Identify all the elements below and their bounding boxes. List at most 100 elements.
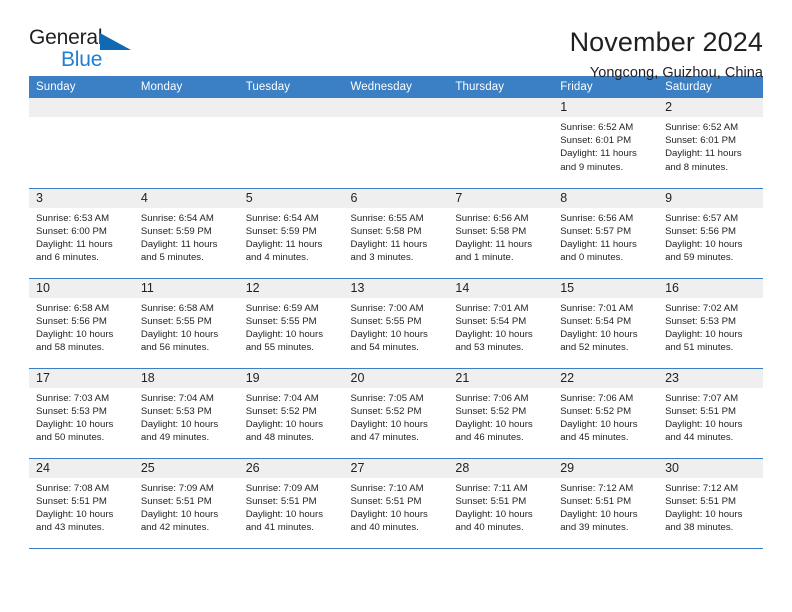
day-cell-inner: 29 Sunrise: 7:12 AM Sunset: 5:51 PM Dayligh… (553, 458, 659, 548)
calendar-day-cell[interactable]: 18 Sunrise: 7:04 AM Sunset: 5:53 PM Dayligh… (133, 368, 239, 459)
day-number: 25 (133, 458, 239, 478)
day-sun-details: Sunrise: 7:03 AM Sunset: 5:53 PM Daylight:… (29, 388, 134, 445)
sunrise-text: Sunrise: 7:01 AM (455, 302, 529, 314)
page-header: General Blue November 2024 Yongcong, Gui… (29, 0, 763, 81)
logo-text-general: General (29, 26, 103, 49)
sunset-text: Sunset: 5:59 PM (140, 225, 212, 237)
calendar-day-cell[interactable]: 5 Sunrise: 6:54 AM Sunset: 5:59 PM Daylight… (238, 188, 344, 279)
sunrise-text: Sunrise: 7:09 AM (140, 482, 214, 494)
sunset-text: Sunset: 5:54 PM (455, 315, 527, 327)
day-number: 5 (238, 188, 344, 208)
sunrise-text: Sunrise: 7:02 AM (665, 302, 739, 314)
sunset-text: Sunset: 5:53 PM (140, 405, 212, 417)
day-sun-details: Sunrise: 7:06 AM Sunset: 5:52 PM Daylight:… (448, 388, 553, 445)
calendar-day-cell[interactable]: 12 Sunrise: 6:59 AM Sunset: 5:55 PM Dayligh… (238, 278, 344, 369)
day-cell-inner: 9 Sunrise: 6:57 AM Sunset: 5:56 PM Daylight… (658, 188, 763, 278)
day-cell-inner: 26 Sunrise: 7:09 AM Sunset: 5:51 PM Dayligh… (238, 458, 344, 548)
day-cell-inner (343, 98, 449, 188)
calendar-day-cell[interactable]: 16 Sunrise: 7:02 AM Sunset: 5:53 PM Dayligh… (658, 278, 763, 369)
day-number: 26 (238, 458, 344, 478)
daylight-text: Daylight: 11 hours and 1 minute. (455, 238, 532, 264)
day-number: 27 (343, 458, 449, 478)
day-sun-details: Sunrise: 7:00 AM Sunset: 5:55 PM Daylight:… (344, 298, 449, 355)
day-cell-inner: 1 Sunrise: 6:52 AM Sunset: 6:01 PM Daylight… (553, 98, 659, 188)
daylight-text: Daylight: 11 hours and 8 minutes. (665, 148, 742, 173)
day-cell-inner: 21 Sunrise: 7:06 AM Sunset: 5:52 PM Dayligh… (448, 368, 554, 458)
day-sun-details: Sunrise: 7:09 AM Sunset: 5:51 PM Daylight:… (239, 478, 344, 535)
sunset-text: Sunset: 5:53 PM (665, 315, 736, 327)
day-number: 3 (29, 188, 134, 208)
day-sun-details: Sunrise: 6:56 AM Sunset: 5:57 PM Daylight:… (553, 208, 658, 265)
calendar-day-cell[interactable]: 3 Sunrise: 6:53 AM Sunset: 6:00 PM Daylight… (29, 188, 134, 279)
daylight-text: Daylight: 10 hours and 46 minutes. (455, 418, 533, 444)
sunset-text: Sunset: 5:52 PM (245, 405, 317, 417)
calendar-day-cell[interactable]: 17 Sunrise: 7:03 AM Sunset: 5:53 PM Dayligh… (29, 368, 134, 459)
day-sun-details: Sunrise: 7:04 AM Sunset: 5:53 PM Daylight:… (134, 388, 239, 445)
day-cell-inner: 17 Sunrise: 7:03 AM Sunset: 5:53 PM Dayligh… (29, 368, 134, 458)
calendar-day-cell[interactable]: 15 Sunrise: 7:01 AM Sunset: 5:54 PM Dayligh… (553, 278, 659, 369)
daylight-text: Daylight: 10 hours and 42 minutes. (140, 508, 219, 534)
day-sun-details: Sunrise: 6:59 AM Sunset: 5:55 PM Daylight:… (239, 298, 344, 355)
sunrise-text: Sunrise: 6:59 AM (245, 302, 319, 314)
day-sun-details: Sunrise: 7:09 AM Sunset: 5:51 PM Daylight:… (134, 478, 239, 535)
day-sun-details: Sunrise: 6:53 AM Sunset: 6:00 PM Daylight:… (29, 208, 134, 265)
day-cell-inner: 30 Sunrise: 7:12 AM Sunset: 5:51 PM Dayligh… (658, 458, 763, 548)
sunrise-text: Sunrise: 7:10 AM (350, 482, 424, 494)
day-sun-details: Sunrise: 6:58 AM Sunset: 5:56 PM Daylight:… (29, 298, 134, 355)
calendar-day-cell[interactable]: 24 Sunrise: 7:08 AM Sunset: 5:51 PM Dayligh… (29, 458, 134, 549)
day-cell-inner: 12 Sunrise: 6:59 AM Sunset: 5:55 PM Dayligh… (238, 278, 344, 368)
calendar-day-cell[interactable]: 1 Sunrise: 6:52 AM Sunset: 6:01 PM Daylight… (553, 98, 659, 189)
sunset-text: Sunset: 5:56 PM (665, 225, 736, 237)
day-number: 6 (343, 188, 449, 208)
day-sun-details: Sunrise: 6:58 AM Sunset: 5:55 PM Daylight:… (134, 298, 239, 355)
calendar-day-cell[interactable]: 29 Sunrise: 7:12 AM Sunset: 5:51 PM Dayligh… (553, 458, 659, 549)
calendar-day-cell[interactable]: 30 Sunrise: 7:12 AM Sunset: 5:51 PM Dayligh… (658, 458, 763, 549)
calendar-day-cell[interactable]: 8 Sunrise: 6:56 AM Sunset: 5:57 PM Daylight… (553, 188, 659, 279)
daylight-text: Daylight: 10 hours and 39 minutes. (560, 508, 638, 534)
calendar-day-cell[interactable]: 10 Sunrise: 6:58 AM Sunset: 5:56 PM Dayligh… (29, 278, 134, 369)
calendar-day-cell[interactable]: 21 Sunrise: 7:06 AM Sunset: 5:52 PM Dayligh… (448, 368, 554, 459)
calendar-day-cell[interactable]: 27 Sunrise: 7:10 AM Sunset: 5:51 PM Dayligh… (343, 458, 449, 549)
sunrise-text: Sunrise: 6:56 AM (560, 212, 634, 224)
daylight-text: Daylight: 10 hours and 45 minutes. (560, 418, 638, 444)
day-number: 9 (658, 188, 763, 208)
calendar-day-cell[interactable]: 25 Sunrise: 7:09 AM Sunset: 5:51 PM Dayligh… (133, 458, 239, 549)
sunrise-text: Sunrise: 6:52 AM (560, 122, 634, 133)
calendar-day-cell[interactable]: 9 Sunrise: 6:57 AM Sunset: 5:56 PM Daylight… (658, 188, 763, 279)
calendar-day-cell[interactable]: 14 Sunrise: 7:01 AM Sunset: 5:54 PM Dayligh… (448, 278, 554, 369)
sunrise-sunset-calendar: Sunday Monday Tuesday Wednesday Thursday Frid… (29, 76, 763, 549)
calendar-day-cell[interactable]: 26 Sunrise: 7:09 AM Sunset: 5:51 PM Dayligh… (238, 458, 344, 549)
page-title: November 2024 (569, 27, 763, 57)
sunrise-text: Sunrise: 6:54 AM (140, 212, 214, 224)
calendar-day-cell[interactable]: 28 Sunrise: 7:11 AM Sunset: 5:51 PM Dayligh… (448, 458, 554, 549)
daylight-text: Daylight: 10 hours and 44 minutes. (665, 418, 743, 444)
sunset-text: Sunset: 5:52 PM (350, 405, 422, 417)
day-number: 10 (29, 278, 134, 298)
calendar-day-cell[interactable]: 13 Sunrise: 7:00 AM Sunset: 5:55 PM Dayligh… (343, 278, 449, 369)
calendar-day-cell[interactable]: 22 Sunrise: 7:06 AM Sunset: 5:52 PM Dayligh… (553, 368, 659, 459)
day-cell-inner: 28 Sunrise: 7:11 AM Sunset: 5:51 PM Dayligh… (448, 458, 554, 548)
daylight-text: Daylight: 11 hours and 9 minutes. (560, 148, 637, 173)
daylight-text: Daylight: 11 hours and 5 minutes. (140, 238, 218, 264)
calendar-day-cell[interactable]: 20 Sunrise: 7:05 AM Sunset: 5:52 PM Dayligh… (343, 368, 449, 459)
daylight-text: Daylight: 10 hours and 55 minutes. (245, 328, 324, 354)
calendar-day-cell[interactable]: 7 Sunrise: 6:56 AM Sunset: 5:58 PM Daylight… (448, 188, 554, 279)
sunset-text: Sunset: 5:51 PM (140, 495, 212, 507)
day-cell-inner: 18 Sunrise: 7:04 AM Sunset: 5:53 PM Dayligh… (133, 368, 239, 458)
calendar-day-cell[interactable]: 2 Sunrise: 6:52 AM Sunset: 6:01 PM Daylight… (658, 98, 763, 189)
day-cell-inner: 22 Sunrise: 7:06 AM Sunset: 5:52 PM Dayligh… (553, 368, 659, 458)
day-number (29, 98, 134, 117)
calendar-day-cell[interactable]: 23 Sunrise: 7:07 AM Sunset: 5:51 PM Dayligh… (658, 368, 763, 459)
sunrise-text: Sunrise: 6:54 AM (245, 212, 319, 224)
general-blue-logo[interactable]: General Blue (29, 26, 141, 74)
sunrise-text: Sunrise: 6:56 AM (455, 212, 529, 224)
weekday-header-monday: Monday (133, 76, 239, 98)
calendar-day-cell[interactable]: 11 Sunrise: 6:58 AM Sunset: 5:55 PM Dayligh… (133, 278, 239, 369)
sunset-text: Sunset: 6:00 PM (36, 225, 107, 237)
calendar-day-cell[interactable]: 19 Sunrise: 7:04 AM Sunset: 5:52 PM Dayligh… (238, 368, 344, 459)
day-number (133, 98, 239, 117)
calendar-cell-empty (238, 98, 344, 189)
calendar-day-cell[interactable]: 4 Sunrise: 6:54 AM Sunset: 5:59 PM Daylight… (133, 188, 239, 279)
calendar-day-cell[interactable]: 6 Sunrise: 6:55 AM Sunset: 5:58 PM Daylight… (343, 188, 449, 279)
day-sun-details: Sunrise: 6:56 AM Sunset: 5:58 PM Daylight:… (448, 208, 553, 265)
